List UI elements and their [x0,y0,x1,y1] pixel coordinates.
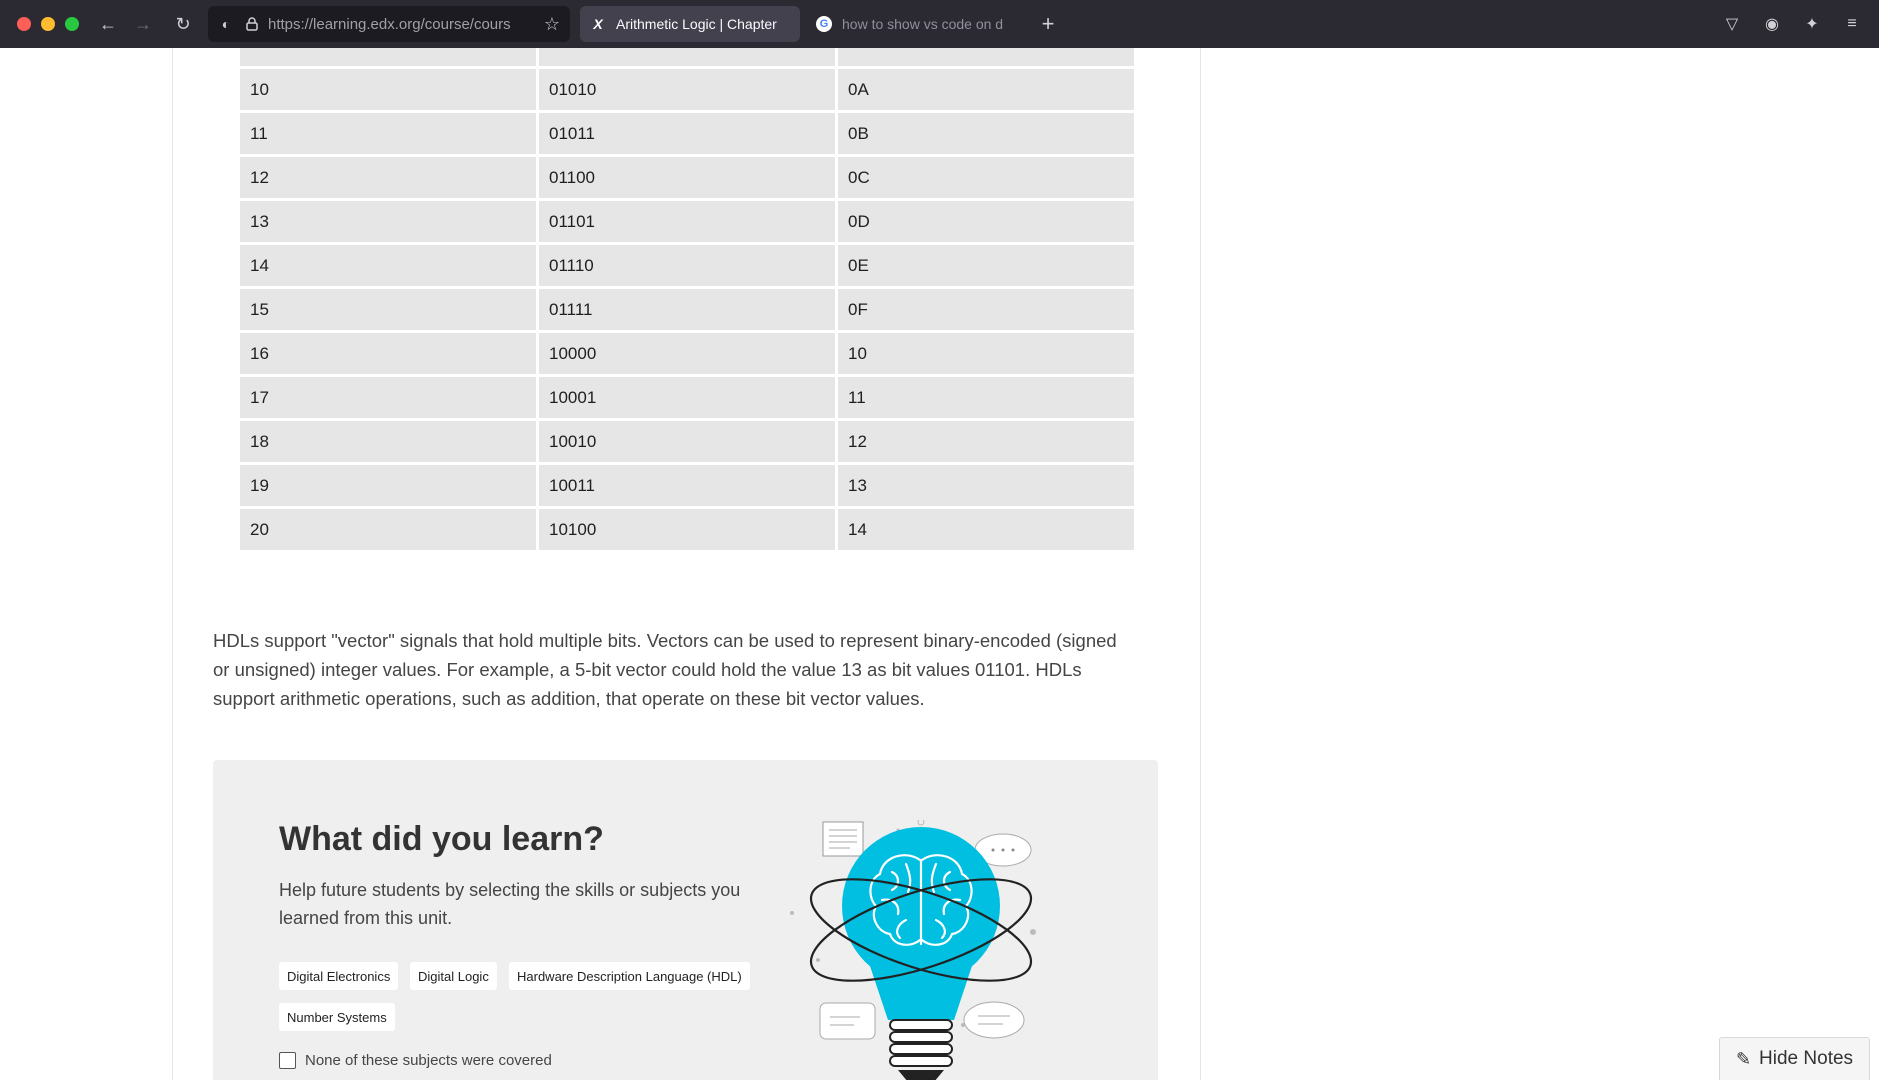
binary-cell: 10000 [539,333,835,374]
url-text: https://learning.edx.org/course/cours [268,15,511,33]
table-row: 13 01101 0D [240,201,1134,242]
table-row: 10 01010 0A [240,69,1134,110]
skill-chip-digital-electronics[interactable]: Digital Electronics [279,962,399,990]
decimal-cell: 16 [240,333,536,374]
none-covered-checkbox[interactable] [279,1052,296,1069]
hex-cell: 10 [838,333,1134,374]
table-cell [240,48,536,66]
hex-cell: 14 [838,509,1134,550]
skill-chip-digital-logic[interactable]: Digital Logic [410,962,497,990]
hex-cell: 13 [838,465,1134,506]
decimal-cell: 11 [240,113,536,154]
learn-title: What did you learn? [279,820,604,858]
none-covered-option[interactable]: None of these subjects were covered [279,1052,552,1069]
bookmark-star-icon[interactable]: ☆ [544,14,560,35]
hex-cell: 11 [838,377,1134,418]
menu-icon[interactable]: ≡ [1840,12,1864,36]
binary-cell: 10100 [539,509,835,550]
table-cell [838,48,1134,66]
minimize-window-button[interactable] [41,17,55,31]
back-icon[interactable]: ← [96,12,120,36]
hex-cell: 0F [838,289,1134,330]
table-row: 16 10000 10 [240,333,1134,374]
none-covered-label: None of these subjects were covered [305,1052,552,1069]
edx-x-icon: X [593,16,603,32]
tab-title: Arithmetic Logic | Chapter [616,16,777,32]
decimal-cell: 17 [240,377,536,418]
hex-cell: 12 [838,421,1134,462]
binary-cell: 01100 [539,157,835,198]
table-row: 19 10011 13 [240,465,1134,506]
google-g-icon: G [816,16,832,32]
new-tab-icon[interactable]: + [1036,11,1060,36]
decimal-cell: 13 [240,201,536,242]
decimal-cell: 20 [240,509,536,550]
table-row: 18 10010 12 [240,421,1134,462]
decimal-cell: 19 [240,465,536,506]
binary-cell: 01111 [539,289,835,330]
pencil-icon: ✎ [1735,1048,1752,1069]
hex-cell: 0B [838,113,1134,154]
table-row: 17 10001 11 [240,377,1134,418]
skill-chip-number-systems[interactable]: Number Systems [279,1003,395,1031]
pocket-icon[interactable]: ▽ [1720,12,1744,36]
binary-cell: 01010 [539,69,835,110]
table-row: 11 01011 0B [240,113,1134,154]
decimal-cell: 12 [240,157,536,198]
learn-description: Help future students by selecting the sk… [279,880,741,928]
browser-toolbar: ← → ↻ ◐ https://learning.edx.org/course/… [0,0,1879,48]
address-bar[interactable]: ◐ https://learning.edx.org/course/cours … [208,6,570,42]
hex-cell: 0D [838,201,1134,242]
table-row-partial [240,48,1134,66]
table-row: 15 01111 0F [240,289,1134,330]
account-icon[interactable]: ◉ [1760,12,1784,36]
decimal-cell: 18 [240,421,536,462]
hide-notes-label: Hide Notes [1759,1048,1854,1069]
binary-cell: 01011 [539,113,835,154]
binary-cell: 10011 [539,465,835,506]
hdl-vector-paragraph: HDLs support "vector" signals that hold … [213,630,1117,709]
binary-cell: 01101 [539,201,835,242]
zoom-window-button[interactable] [65,17,79,31]
lock-icon[interactable] [244,16,260,32]
decimal-cell: 14 [240,245,536,286]
tracking-shield-icon[interactable]: ◐ [218,16,234,32]
tab-google-search[interactable]: G how to show vs code on d [806,6,1024,42]
tab-arithmetic-logic[interactable]: X Arithmetic Logic | Chapter [580,6,800,42]
decimal-cell: 15 [240,289,536,330]
hex-cell: 0E [838,245,1134,286]
table-row: 14 01110 0E [240,245,1134,286]
decimal-cell: 10 [240,69,536,110]
binary-cell: 01110 [539,245,835,286]
binary-cell: 10010 [539,421,835,462]
forward-icon[interactable]: → [131,12,155,36]
hex-cell: 0A [838,69,1134,110]
tab-title: how to show vs code on d [842,16,1004,32]
extensions-icon[interactable]: ✦ [1800,12,1824,36]
binary-cell: 10001 [539,377,835,418]
skill-chip-hdl[interactable]: Hardware Description Language (HDL) [509,962,750,990]
what-did-you-learn-panel: What did you learn? Help future students… [213,760,1158,1080]
hide-notes-button[interactable]: ✎ Hide Notes [1719,1037,1870,1080]
table-row: 20 10100 14 [240,509,1134,550]
page-content: 10 01010 0A 11 01011 0B 12 01100 0C 13 0… [0,48,1879,1080]
reload-icon[interactable]: ↻ [171,12,195,36]
table-row: 12 01100 0C [240,157,1134,198]
table-cell [539,48,835,66]
hex-cell: 0C [838,157,1134,198]
close-window-button[interactable] [17,17,31,31]
lightbulb-brain-illustration [790,820,1036,1080]
number-conversion-table: 10 01010 0A 11 01011 0B 12 01100 0C 13 0… [237,48,1137,553]
